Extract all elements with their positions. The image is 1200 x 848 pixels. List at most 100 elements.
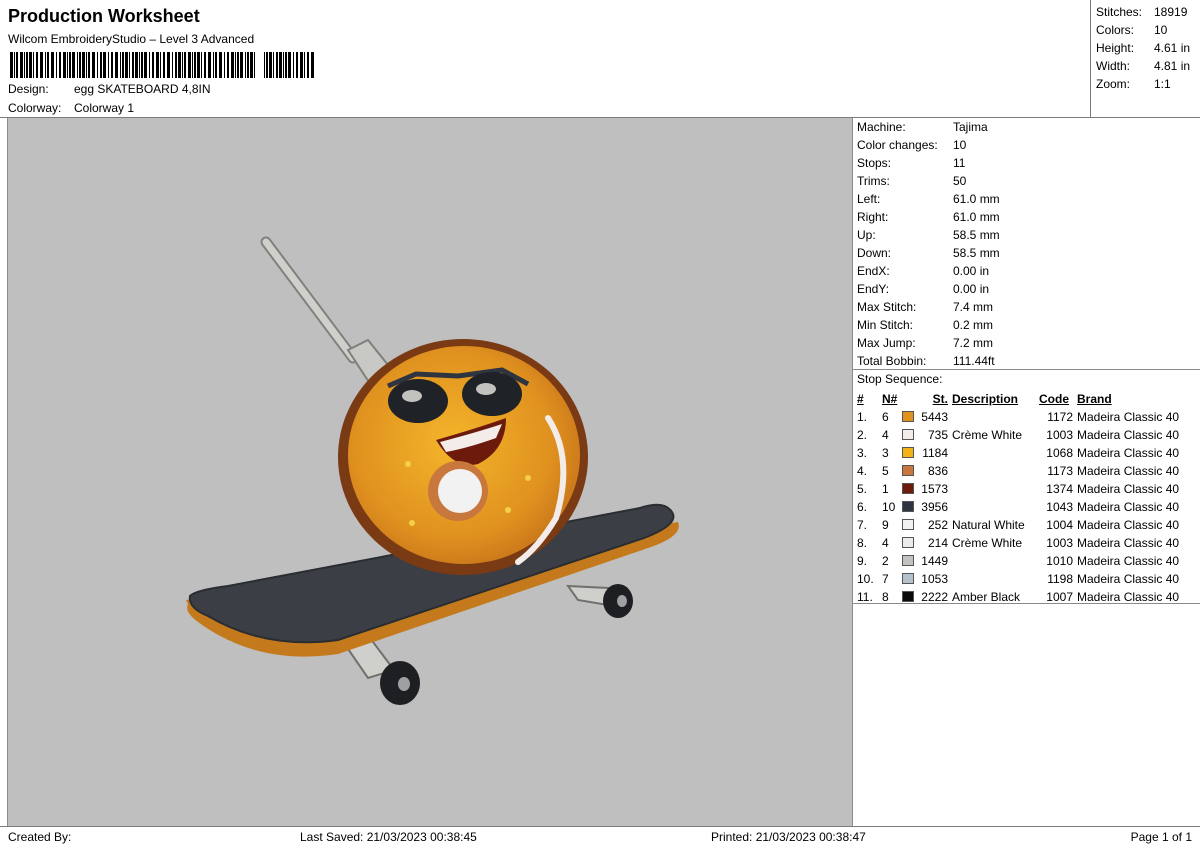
machine-label: Trims: (857, 174, 890, 188)
row-swatch (902, 552, 918, 570)
table-row: 11. 8 2222 Amber Black 1007 Madeira Classic 4… (857, 588, 1179, 606)
row-stitches: 3956 (921, 500, 948, 514)
row-stitches: 1449 (921, 554, 948, 568)
machine-row: Stops: 11 (857, 156, 1200, 174)
machine-info: Machine: Tajima Color changes: 10 Stops: 11… (853, 118, 1200, 370)
row-code: 1068 (1046, 446, 1073, 460)
row-description (948, 480, 1039, 498)
row-description: Crème White (952, 428, 1023, 442)
thread-color-swatch (902, 501, 914, 512)
machine-value: 61.0 mm (953, 192, 1000, 206)
stat-value: 4.61 in (1154, 41, 1191, 55)
stop-sequence-title: Stop Sequence: (857, 372, 943, 386)
machine-value: 7.2 mm (953, 336, 994, 350)
machine-row: EndY: 0.00 in (857, 282, 1200, 300)
thread-color-swatch (902, 483, 914, 494)
machine-value: 61.0 mm (953, 210, 1000, 224)
row-brand: Madeira Classic 40 (1077, 590, 1180, 604)
table-row: 8. 4 214 Crème White 1003 Madeira Classic 40 (857, 534, 1179, 552)
table-row: 4. 5 836 1173 Madeira Classic 40 (857, 462, 1179, 480)
column-header-stitches: St. (932, 392, 948, 406)
row-swatch (902, 462, 918, 480)
row-needle: 1 (882, 482, 889, 496)
stat-label: Width: (1096, 59, 1131, 73)
machine-value: 10 (953, 138, 967, 152)
worksheet-footer: Created By: Last Saved: 21/03/2023 00:38… (0, 826, 1200, 848)
row-needle: 6 (882, 410, 889, 424)
egg-character (338, 339, 588, 575)
worksheet-details: Machine: Tajima Color changes: 10 Stops: 11… (853, 118, 1200, 826)
column-header-needle: N# (882, 392, 898, 406)
stat-value: 18919 (1154, 5, 1188, 19)
row-index: 10. (857, 572, 874, 586)
row-stitches: 1184 (922, 446, 948, 460)
embroidery-artwork (186, 236, 679, 705)
barcode (10, 52, 314, 78)
row-index: 3. (857, 446, 868, 460)
design-label: Design: (8, 82, 49, 96)
machine-label: Max Stitch: (857, 300, 917, 314)
row-swatch (902, 570, 918, 588)
row-swatch (902, 426, 918, 444)
stat-row: Colors: 10 (1096, 23, 1200, 41)
row-description: Crème White (952, 536, 1023, 550)
row-brand: Madeira Classic 40 (1077, 500, 1180, 514)
table-row: 9. 2 1449 1010 Madeira Classic 40 (857, 552, 1179, 570)
row-brand: Madeira Classic 40 (1077, 464, 1180, 478)
thread-color-swatch (902, 429, 914, 440)
row-code: 1173 (1047, 464, 1073, 478)
machine-label: Down: (857, 246, 892, 260)
row-brand: Madeira Classic 40 (1077, 518, 1180, 532)
row-stitches: 1573 (921, 482, 948, 496)
design-value: egg SKATEBOARD 4,8IN (74, 82, 211, 96)
machine-row: Max Jump: 7.2 mm (857, 336, 1200, 354)
machine-label: Machine: (857, 120, 906, 134)
row-swatch (902, 480, 918, 498)
row-brand: Madeira Classic 40 (1077, 536, 1180, 550)
table-row: 3. 3 1184 1068 Madeira Classic 40 (857, 444, 1179, 462)
column-header-index: # (857, 392, 864, 406)
thread-color-swatch (902, 555, 914, 566)
stat-row: Height: 4.61 in (1096, 41, 1200, 59)
machine-label: Up: (857, 228, 876, 242)
thread-color-swatch (902, 573, 914, 584)
row-description (948, 444, 1039, 462)
design-preview (7, 118, 853, 826)
row-code: 1007 (1046, 590, 1073, 604)
machine-value: 58.5 mm (953, 228, 1000, 242)
row-needle: 9 (882, 518, 889, 532)
stat-row: Zoom: 1:1 (1096, 77, 1200, 95)
column-header-brand: Brand (1077, 392, 1112, 406)
row-needle: 2 (882, 554, 889, 568)
row-swatch (902, 498, 918, 516)
row-index: 6. (857, 500, 868, 514)
thread-color-swatch (902, 447, 914, 458)
row-description (948, 570, 1039, 588)
worksheet-header: Production Worksheet Wilcom EmbroiderySt… (0, 0, 1200, 118)
row-brand: Madeira Classic 40 (1077, 410, 1180, 424)
row-brand: Madeira Classic 40 (1077, 428, 1180, 442)
row-description (948, 462, 1039, 480)
stat-label: Stitches: (1096, 5, 1143, 19)
machine-label: Max Jump: (857, 336, 916, 350)
machine-row: Up: 58.5 mm (857, 228, 1200, 246)
design-stats: Stitches: 18919 Colors: 10 Height: 4.61 in … (1090, 0, 1200, 118)
column-header-code: Code (1039, 392, 1069, 406)
machine-value: 11 (953, 156, 966, 170)
row-brand: Madeira Classic 40 (1077, 554, 1180, 568)
stat-value: 4.81 in (1154, 59, 1191, 73)
row-code: 1003 (1046, 536, 1073, 550)
row-index: 5. (857, 482, 868, 496)
machine-row: Right: 61.0 mm (857, 210, 1200, 228)
table-row: 5. 1 1573 1374 Madeira Classic 40 (857, 480, 1179, 498)
colorway-value: Colorway 1 (74, 101, 135, 115)
stat-row: Stitches: 18919 (1096, 5, 1200, 23)
machine-label: EndX: (857, 264, 890, 278)
printed-date: Printed: 21/03/2023 00:38:47 (711, 830, 866, 844)
row-code: 1004 (1046, 518, 1073, 532)
row-stitches: 5443 (921, 410, 948, 424)
row-code: 1374 (1046, 482, 1073, 496)
row-needle: 4 (882, 428, 889, 442)
row-index: 7. (857, 518, 868, 532)
table-row: 1. 6 5443 1172 Madeira Classic 40 (857, 408, 1179, 426)
